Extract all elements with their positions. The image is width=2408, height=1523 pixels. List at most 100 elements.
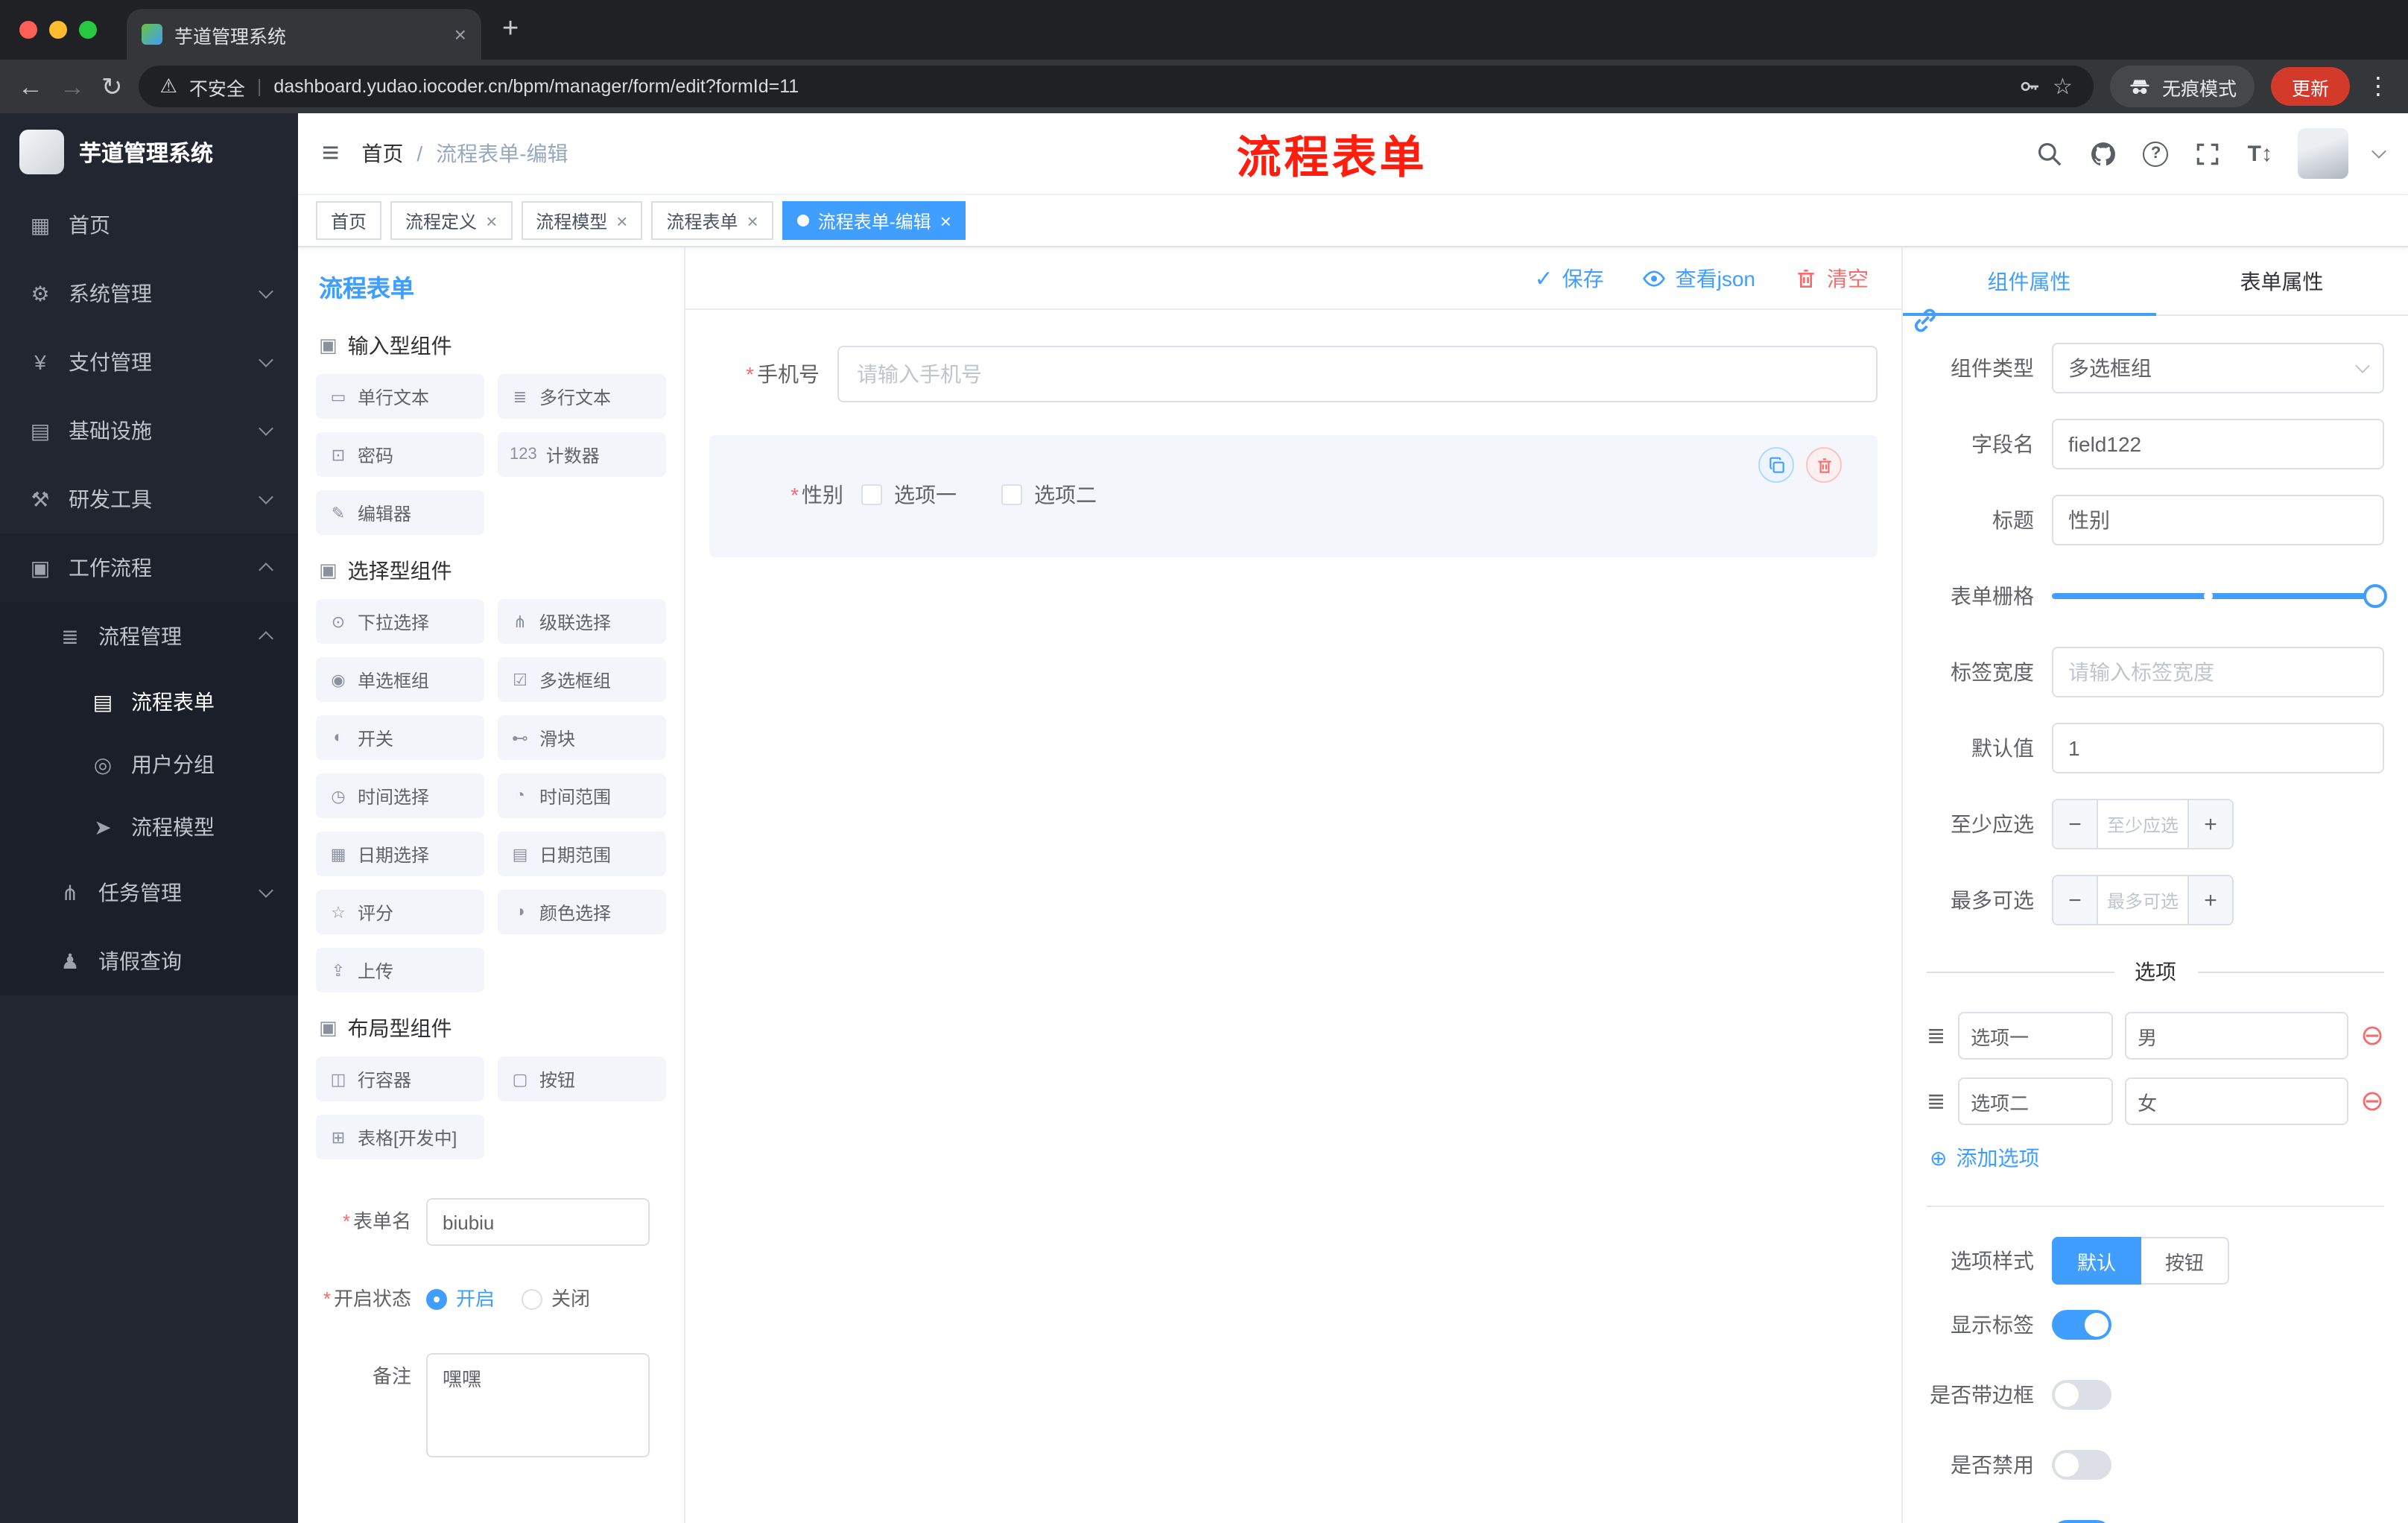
decrement-button[interactable]: − [2053, 876, 2098, 924]
option-label-input[interactable] [1957, 1012, 2113, 1060]
remark-textarea[interactable]: 嘿嘿 [426, 1353, 650, 1457]
close-window-button[interactable] [19, 21, 37, 39]
chip-time-picker[interactable]: ◷ 时间选择 [316, 773, 484, 818]
min-select-input[interactable]: 至少应选 [2098, 800, 2187, 848]
delete-widget-button[interactable] [1806, 447, 1842, 483]
chip-single-line-text[interactable]: ▭ 单行文本 [316, 374, 484, 419]
search-icon[interactable] [2036, 139, 2065, 168]
chip-dropdown-select[interactable]: ⊙ 下拉选择 [316, 599, 484, 644]
back-icon[interactable]: ← [18, 74, 43, 99]
tab-form-props[interactable]: 表单属性 [2155, 247, 2408, 314]
fullscreen-icon[interactable] [2194, 139, 2222, 168]
sidebar-toggle-icon[interactable]: ≡ [322, 139, 339, 168]
breadcrumb-home[interactable]: 首页 [361, 139, 403, 168]
sidebar-item-system[interactable]: ⚙ 系统管理 [0, 259, 298, 328]
component-type-select[interactable]: 多选框组 [2052, 343, 2384, 393]
new-tab-button[interactable]: + [502, 13, 519, 46]
label-width-input[interactable] [2052, 647, 2384, 697]
drag-handle-icon[interactable]: ≣ [1927, 1088, 1945, 1115]
phone-input[interactable] [837, 346, 1878, 402]
border-toggle[interactable] [2052, 1380, 2111, 1410]
option-label-input[interactable] [1957, 1077, 2113, 1125]
selected-gender-widget[interactable]: * 性别 选项一 选项二 [709, 435, 1878, 557]
close-icon[interactable]: × [940, 211, 951, 230]
help-icon[interactable]: ? [2143, 141, 2169, 166]
tag-home[interactable]: 首页 [316, 201, 382, 240]
style-default-button[interactable]: 默认 [2052, 1237, 2142, 1285]
chip-slider[interactable]: ⊷ 滑块 [498, 715, 666, 760]
sidebar-item-leave-query[interactable]: ♟ 请假查询 [0, 927, 298, 995]
checkbox-option1[interactable]: 选项一 [861, 480, 957, 510]
style-button-button[interactable]: 按钮 [2141, 1237, 2230, 1285]
title-input[interactable] [2052, 495, 2384, 545]
github-icon[interactable] [2090, 139, 2118, 168]
option-value-input[interactable] [2124, 1012, 2349, 1060]
chip-upload[interactable]: ⇪ 上传 [316, 948, 484, 992]
sidebar-item-home[interactable]: ▦ 首页 [0, 191, 298, 259]
status-on-radio[interactable]: 开启 [426, 1276, 495, 1323]
slider-handle[interactable] [2363, 584, 2387, 608]
sidebar-item-process-management[interactable]: ≣ 流程管理 [0, 602, 298, 671]
checkbox-option2[interactable]: 选项二 [1001, 480, 1097, 510]
minimize-window-button[interactable] [49, 21, 67, 39]
copy-widget-button[interactable] [1758, 447, 1794, 483]
sidebar-item-infrastructure[interactable]: ▤ 基础设施 [0, 396, 298, 465]
sidebar-item-process-form[interactable]: ▤ 流程表单 [0, 671, 298, 733]
reload-icon[interactable]: ↻ [101, 74, 123, 99]
view-json-button[interactable]: 查看json [1643, 263, 1755, 293]
chip-counter[interactable]: 123 计数器 [498, 432, 666, 477]
tag-process-form-edit[interactable]: 流程表单-编辑 × [782, 201, 966, 240]
default-value-input[interactable] [2052, 723, 2384, 773]
chip-rate[interactable]: ☆ 评分 [316, 890, 484, 934]
browser-tab[interactable]: 芋道管理系统 × [127, 9, 481, 60]
update-button[interactable]: 更新 [2270, 67, 2350, 106]
close-icon[interactable]: × [616, 211, 627, 230]
increment-button[interactable]: + [2187, 876, 2232, 924]
form-name-input[interactable] [426, 1198, 650, 1246]
remove-option-button[interactable]: ⊖ [2360, 1022, 2384, 1050]
disabled-toggle[interactable] [2052, 1450, 2111, 1480]
chip-date-range[interactable]: ▤ 日期范围 [498, 832, 666, 876]
chip-date-picker[interactable]: ▦ 日期选择 [316, 832, 484, 876]
chip-cascader[interactable]: ⋔ 级联选择 [498, 599, 666, 644]
close-icon[interactable]: × [486, 211, 497, 230]
tab-close-icon[interactable]: × [454, 22, 466, 46]
browser-menu-icon[interactable]: ⋮ [2366, 72, 2390, 101]
font-size-icon[interactable]: T↕ [2248, 141, 2272, 166]
chip-table-wip[interactable]: ⊞ 表格[开发中] [316, 1115, 484, 1159]
chip-color-picker[interactable]: ◑ 颜色选择 [498, 890, 666, 934]
add-option-button[interactable]: ⊕ 添加选项 [1930, 1143, 2384, 1173]
warning-icon[interactable]: ⚠ [160, 75, 177, 98]
sidebar-item-workflow[interactable]: ▣ 工作流程 [0, 533, 298, 602]
chip-password[interactable]: ⊡ 密码 [316, 432, 484, 477]
tab-component-props[interactable]: 组件属性 [1903, 247, 2155, 316]
chip-multi-line-text[interactable]: ≣ 多行文本 [498, 374, 666, 419]
tag-process-form[interactable]: 流程表单 × [651, 201, 773, 240]
option-value-input[interactable] [2124, 1077, 2349, 1125]
maximize-window-button[interactable] [79, 21, 97, 39]
sidebar-item-dev-tools[interactable]: ⚒ 研发工具 [0, 465, 298, 533]
max-select-input[interactable]: 最多可选 [2098, 876, 2187, 924]
key-icon[interactable] [2017, 75, 2041, 98]
chip-switch[interactable]: ◐ 开关 [316, 715, 484, 760]
remove-option-button[interactable]: ⊖ [2360, 1087, 2384, 1115]
required-toggle[interactable] [2052, 1520, 2111, 1523]
increment-button[interactable]: + [2187, 800, 2232, 848]
drag-handle-icon[interactable]: ≣ [1927, 1022, 1945, 1049]
chip-radio-group[interactable]: ◉ 单选框组 [316, 657, 484, 702]
sidebar-item-task-management[interactable]: ⋔ 任务管理 [0, 858, 298, 927]
chip-button[interactable]: ▢ 按钮 [498, 1057, 666, 1101]
chip-row-container[interactable]: ◫ 行容器 [316, 1057, 484, 1101]
decrement-button[interactable]: − [2053, 800, 2098, 848]
sidebar-item-user-group[interactable]: ◎ 用户分组 [0, 733, 298, 796]
show-label-toggle[interactable] [2052, 1310, 2111, 1340]
grid-slider[interactable] [2052, 571, 2387, 621]
chip-editor[interactable]: ✎ 编辑器 [316, 490, 484, 535]
avatar-caret-icon[interactable] [2371, 144, 2386, 159]
chip-time-range[interactable]: ◔ 时间范围 [498, 773, 666, 818]
address-bar[interactable]: ⚠ 不安全 | dashboard.yudao.iocoder.cn/bpm/m… [139, 66, 2094, 107]
bookmark-star-icon[interactable]: ☆ [2053, 73, 2073, 100]
sidebar-item-payment[interactable]: ¥ 支付管理 [0, 328, 298, 396]
tag-process-definition[interactable]: 流程定义 × [390, 201, 513, 240]
save-button[interactable]: ✓ 保存 [1534, 263, 1603, 293]
